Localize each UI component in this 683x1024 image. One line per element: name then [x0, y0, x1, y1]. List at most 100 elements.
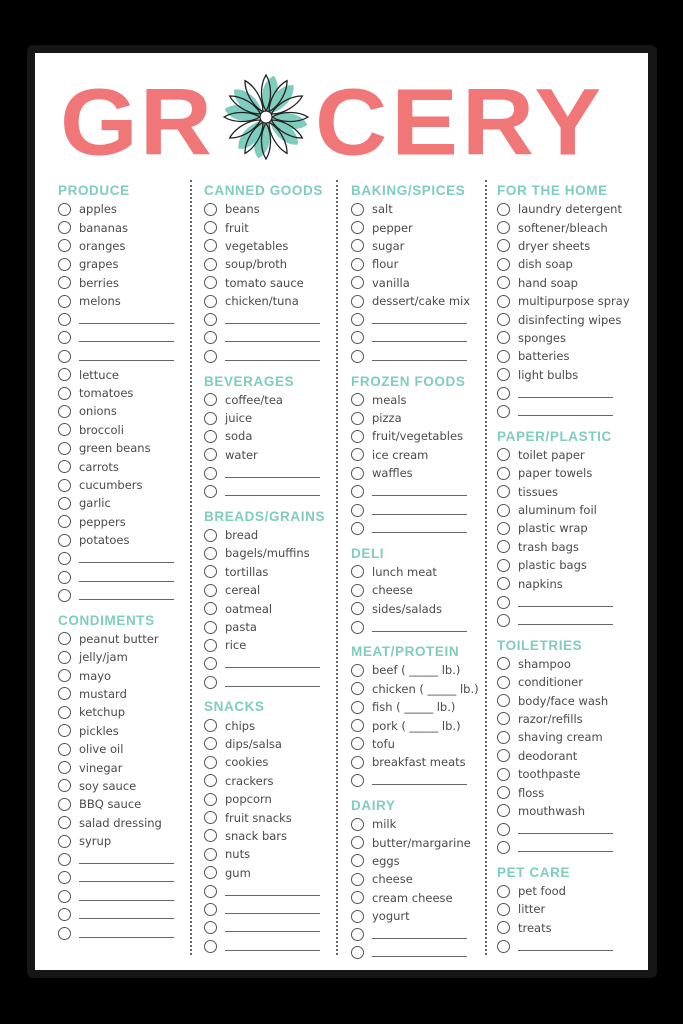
checkbox-circle[interactable] [58, 588, 71, 602]
write-in-line[interactable] [372, 531, 467, 533]
checkbox-circle[interactable] [497, 712, 510, 726]
checkbox-circle[interactable] [497, 386, 510, 400]
checkbox-circle[interactable] [204, 349, 217, 363]
checkbox-circle[interactable] [351, 294, 364, 308]
checkbox-circle[interactable] [204, 294, 217, 308]
checkbox-circle[interactable] [351, 429, 364, 443]
checkbox-circle[interactable] [58, 779, 71, 793]
checkbox-circle[interactable] [204, 884, 217, 898]
checkbox-circle[interactable] [204, 774, 217, 788]
checkbox-circle[interactable] [204, 239, 217, 253]
checkbox-circle[interactable] [58, 239, 71, 253]
checkbox-circle[interactable] [351, 946, 364, 960]
checkbox-circle[interactable] [497, 767, 510, 781]
checkbox-circle[interactable] [351, 349, 364, 363]
checkbox-circle[interactable] [204, 755, 217, 769]
checkbox-circle[interactable] [351, 466, 364, 480]
checkbox-circle[interactable] [204, 331, 217, 345]
write-in-line[interactable] [79, 936, 174, 938]
checkbox-circle[interactable] [497, 884, 510, 898]
checkbox-circle[interactable] [58, 926, 71, 940]
write-in-line[interactable] [372, 495, 467, 497]
write-in-line[interactable] [79, 881, 174, 883]
checkbox-circle[interactable] [58, 632, 71, 646]
checkbox-circle[interactable] [351, 836, 364, 850]
write-in-line[interactable] [518, 623, 613, 625]
write-in-line[interactable] [225, 476, 320, 478]
write-in-line[interactable] [79, 562, 174, 564]
checkbox-circle[interactable] [58, 650, 71, 664]
write-in-line[interactable] [225, 323, 320, 325]
checkbox-circle[interactable] [204, 866, 217, 880]
checkbox-circle[interactable] [497, 841, 510, 855]
checkbox-circle[interactable] [58, 441, 71, 455]
checkbox-circle[interactable] [58, 687, 71, 701]
checkbox-circle[interactable] [497, 613, 510, 627]
checkbox-circle[interactable] [351, 503, 364, 517]
checkbox-circle[interactable] [497, 939, 510, 953]
checkbox-circle[interactable] [204, 602, 217, 616]
checkbox-circle[interactable] [497, 675, 510, 689]
checkbox-circle[interactable] [204, 829, 217, 843]
write-in-line[interactable] [372, 630, 467, 632]
write-in-line[interactable] [225, 667, 320, 669]
checkbox-circle[interactable] [497, 294, 510, 308]
checkbox-circle[interactable] [58, 331, 71, 345]
checkbox-circle[interactable] [204, 847, 217, 861]
checkbox-circle[interactable] [351, 872, 364, 886]
checkbox-circle[interactable] [351, 313, 364, 327]
checkbox-circle[interactable] [58, 852, 71, 866]
checkbox-circle[interactable] [58, 552, 71, 566]
checkbox-circle[interactable] [351, 331, 364, 345]
checkbox-circle[interactable] [351, 909, 364, 923]
checkbox-circle[interactable] [204, 466, 217, 480]
write-in-line[interactable] [372, 784, 467, 786]
checkbox-circle[interactable] [58, 478, 71, 492]
checkbox-circle[interactable] [204, 811, 217, 825]
write-in-line[interactable] [225, 685, 320, 687]
checkbox-circle[interactable] [497, 448, 510, 462]
checkbox-circle[interactable] [58, 871, 71, 885]
checkbox-circle[interactable] [58, 257, 71, 271]
checkbox-circle[interactable] [58, 313, 71, 327]
checkbox-circle[interactable] [351, 239, 364, 253]
checkbox-circle[interactable] [351, 257, 364, 271]
checkbox-circle[interactable] [497, 331, 510, 345]
checkbox-circle[interactable] [497, 540, 510, 554]
write-in-line[interactable] [225, 341, 320, 343]
checkbox-circle[interactable] [351, 602, 364, 616]
checkbox-circle[interactable] [58, 908, 71, 922]
checkbox-circle[interactable] [351, 276, 364, 290]
checkbox-circle[interactable] [204, 565, 217, 579]
checkbox-circle[interactable] [351, 393, 364, 407]
write-in-line[interactable] [518, 396, 613, 398]
write-in-line[interactable] [372, 937, 467, 939]
checkbox-circle[interactable] [204, 675, 217, 689]
checkbox-circle[interactable] [497, 276, 510, 290]
checkbox-circle[interactable] [204, 583, 217, 597]
checkbox-circle[interactable] [497, 657, 510, 671]
checkbox-circle[interactable] [351, 817, 364, 831]
checkbox-circle[interactable] [351, 221, 364, 235]
checkbox-circle[interactable] [497, 257, 510, 271]
checkbox-circle[interactable] [58, 834, 71, 848]
checkbox-circle[interactable] [58, 221, 71, 235]
checkbox-circle[interactable] [497, 902, 510, 916]
write-in-line[interactable] [79, 918, 174, 920]
checkbox-circle[interactable] [351, 682, 364, 696]
checkbox-circle[interactable] [497, 595, 510, 609]
checkbox-circle[interactable] [497, 921, 510, 935]
checkbox-circle[interactable] [58, 761, 71, 775]
write-in-line[interactable] [372, 359, 467, 361]
checkbox-circle[interactable] [351, 411, 364, 425]
checkbox-circle[interactable] [497, 503, 510, 517]
write-in-line[interactable] [518, 949, 613, 951]
checkbox-circle[interactable] [204, 448, 217, 462]
checkbox-circle[interactable] [58, 705, 71, 719]
checkbox-circle[interactable] [204, 393, 217, 407]
write-in-line[interactable] [225, 912, 320, 914]
checkbox-circle[interactable] [204, 276, 217, 290]
write-in-line[interactable] [225, 495, 320, 497]
write-in-line[interactable] [79, 598, 174, 600]
checkbox-circle[interactable] [58, 816, 71, 830]
